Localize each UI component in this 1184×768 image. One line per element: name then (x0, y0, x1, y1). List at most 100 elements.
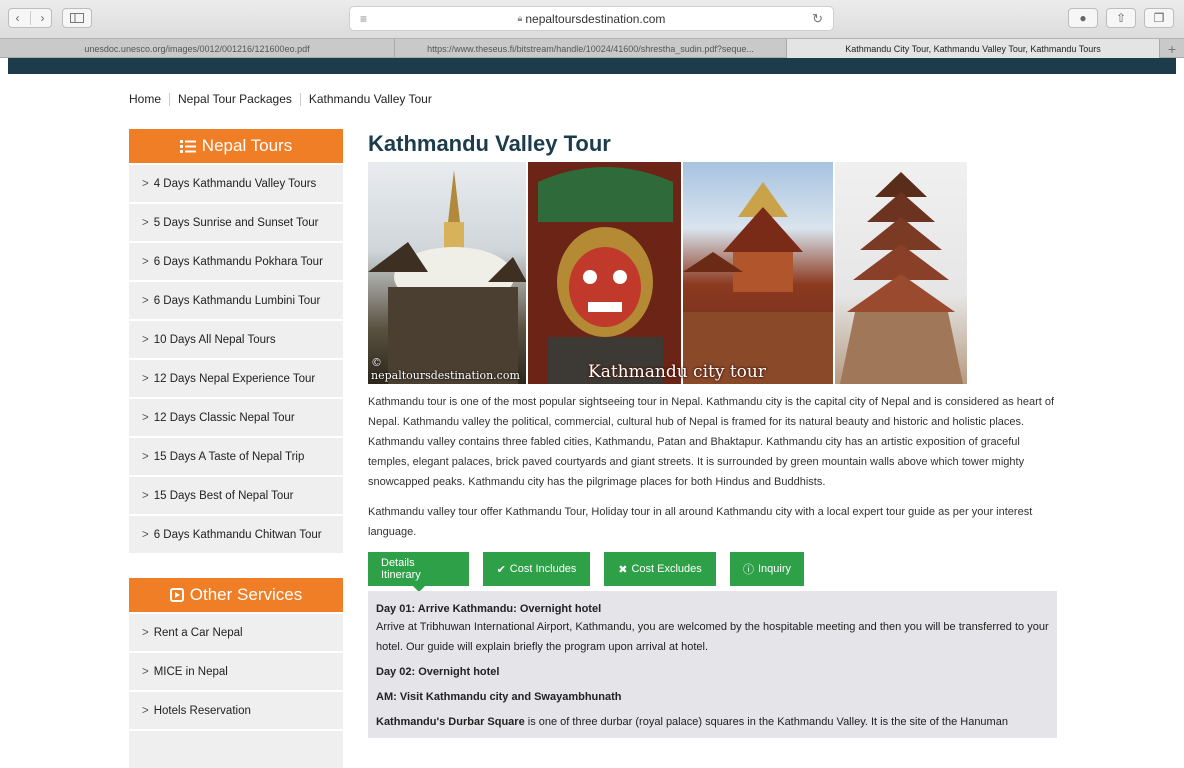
sidebar-item-tour-7[interactable]: >12 Days Classic Nepal Tour (129, 399, 343, 436)
other-services-title: Other Services (189, 585, 303, 604)
nepal-tours-heading: Nepal Tours (129, 129, 343, 163)
day-2-title: Day 02: Overnight hotel (376, 666, 500, 678)
chevron-right-icon: > (142, 372, 149, 385)
chevron-right-icon: > (142, 528, 149, 541)
sidebar-item-mice[interactable]: > MICE in Nepal (129, 653, 343, 690)
tour-collage-image: © nepaltoursdestination.com Kathmandu ci… (368, 162, 967, 384)
itinerary-tabs: Details Itinerary ✔ Cost Includes ✖ Cost E… (368, 552, 804, 592)
image-caption: Kathmandu city tour (588, 362, 766, 382)
reader-icon[interactable]: ≡ (360, 12, 367, 26)
sidebar-item-label: 12 Days Classic Nepal Tour (153, 411, 295, 424)
back-icon[interactable]: ‹ (16, 11, 20, 25)
tab-unesdoc[interactable]: unesdoc.unesco.org/images/0012/001216/12… (0, 39, 395, 58)
site-header-strip (8, 58, 1176, 74)
sidebar-item-tour-2[interactable]: >5 Days Sunrise and Sunset Tour (129, 204, 343, 241)
tabs-overview-button[interactable]: ❐ (1144, 8, 1174, 28)
chevron-right-icon: > (142, 411, 149, 424)
other-services-heading: Other Services (129, 578, 343, 612)
sidebar-item-tour-3[interactable]: >6 Days Kathmandu Pokhara Tour (129, 243, 343, 280)
chevron-right-icon: > (142, 626, 149, 639)
itinerary-panel: Day 01: Arrive Kathmandu: Overnight hote… (368, 591, 1057, 738)
tab-label: Cost Excludes (631, 563, 702, 575)
sidebar-item-label: 6 Days Kathmandu Chitwan Tour (153, 528, 322, 541)
extension-button[interactable]: ● (1068, 8, 1098, 28)
chevron-right-icon: > (142, 333, 149, 346)
chevron-right-icon: > (142, 255, 149, 268)
share-icon: ⇧ (1115, 11, 1127, 25)
sidebar-item-tour-1[interactable]: >4 Days Kathmandu Valley Tours (129, 165, 343, 202)
temple-square-photo (683, 162, 834, 384)
chevron-right-icon: > (142, 489, 149, 502)
back-forward-buttons[interactable]: ‹ › (8, 8, 52, 28)
sidebar-item-label: MICE in Nepal (153, 665, 228, 678)
durbar-bold: Kathmandu's Durbar Square (376, 716, 525, 728)
sidebar-item-label: Hotels Reservation (153, 704, 251, 717)
pagoda-photo (835, 162, 967, 384)
tab-theseus[interactable]: https://www.theseus.fi/bitstream/handle/… (395, 39, 787, 58)
tab-cost-excludes[interactable]: ✖ Cost Excludes (604, 552, 716, 586)
bhairab-photo (527, 162, 682, 384)
offer-paragraph: Kathmandu valley tour offer Kathmandu To… (368, 506, 1033, 538)
breadcrumb-packages[interactable]: Nepal Tour Packages (178, 92, 292, 106)
sidebar-item-label: 15 Days A Taste of Nepal Trip (153, 450, 305, 463)
share-button[interactable]: ⇧ (1106, 8, 1136, 28)
breadcrumb-current: Kathmandu Valley Tour (308, 92, 432, 106)
durbar-paragraph: Kathmandu's Durbar Square is one of thre… (376, 712, 1049, 732)
sidebar-item-label: 6 Days Kathmandu Lumbini Tour (153, 294, 321, 307)
breadcrumb: Home Nepal Tour Packages Kathmandu Valle… (129, 92, 432, 106)
reload-icon[interactable]: ↻ (812, 11, 823, 27)
day-1-title: Day 01: Arrive Kathmandu: Overnight hote… (376, 603, 602, 615)
sidebar-item-label: 6 Days Kathmandu Pokhara Tour (153, 255, 323, 268)
times-circle-icon: ✖ (618, 563, 628, 576)
sidebar-item-label: 5 Days Sunrise and Sunset Tour (153, 216, 319, 229)
chevron-right-icon: > (142, 665, 149, 678)
lock-icon: 🔒︎ (517, 13, 523, 23)
sidebar-icon (70, 13, 84, 23)
sidebar-item-tour-4[interactable]: >6 Days Kathmandu Lumbini Tour (129, 282, 343, 319)
sidebar-item-tour-5[interactable]: >10 Days All Nepal Tours (129, 321, 343, 358)
breadcrumb-home[interactable]: Home (129, 92, 161, 106)
chevron-right-icon: > (142, 704, 149, 717)
page-title: Kathmandu Valley Tour (368, 131, 611, 156)
sidebar-item-label: Rent a Car Nepal (153, 626, 243, 639)
other-services-box: Other Services > Rent a Car Nepal > MICE i… (129, 578, 343, 768)
info-circle-icon: ⓘ (742, 564, 754, 576)
browser-toolbar: ‹ › ≡ 🔒︎ nepaltoursdestination.com ↻ ● ⇧ … (0, 0, 1184, 38)
am-title: AM: Visit Kathmandu city and Swayambhuna… (376, 691, 622, 703)
chevron-right-icon: > (142, 177, 149, 190)
sidebar-item-label: 4 Days Kathmandu Valley Tours (153, 177, 317, 190)
tab-label: Details Itinerary (381, 557, 421, 581)
sidebar-item-partial[interactable] (129, 731, 343, 768)
tab-inquiry[interactable]: ⓘ Inquiry (730, 552, 804, 586)
check-circle-icon: ✔ (496, 563, 506, 576)
tab-details-itinerary[interactable]: Details Itinerary (368, 552, 469, 592)
sidebar-item-hotels[interactable]: > Hotels Reservation (129, 692, 343, 729)
tab-label: Inquiry (757, 563, 792, 575)
sidebar-item-tour-10[interactable]: >6 Days Kathmandu Chitwan Tour (129, 516, 343, 553)
sidebar-item-label: 10 Days All Nepal Tours (153, 333, 276, 346)
sidebar-item-label: 12 Days Nepal Experience Tour (153, 372, 316, 385)
tab-bar: unesdoc.unesco.org/images/0012/001216/12… (0, 38, 1184, 58)
image-credit: © nepaltoursdestination.com (371, 356, 520, 382)
url-text: nepaltoursdestination.com (525, 11, 666, 26)
sidebar-item-rent-car[interactable]: > Rent a Car Nepal (129, 614, 343, 651)
new-tab-button[interactable]: + (1160, 39, 1184, 58)
sidebar-item-tour-6[interactable]: >12 Days Nepal Experience Tour (129, 360, 343, 397)
play-square-icon (169, 588, 184, 602)
chevron-right-icon: > (142, 216, 149, 229)
tab-kathmandu-tour[interactable]: Kathmandu City Tour, Kathmandu Valley To… (787, 39, 1160, 58)
sidebar-toggle-button[interactable] (62, 8, 92, 28)
tab-cost-includes[interactable]: ✔ Cost Includes (483, 552, 590, 586)
sidebar-item-tour-8[interactable]: >15 Days A Taste of Nepal Trip (129, 438, 343, 475)
intro-paragraph: Kathmandu tour is one of the most popula… (368, 396, 1055, 488)
stupa-photo: © nepaltoursdestination.com (368, 162, 526, 384)
forward-icon[interactable]: › (41, 11, 45, 25)
sidebar-item-tour-9[interactable]: >15 Days Best of Nepal Tour (129, 477, 343, 514)
address-bar[interactable]: ≡ 🔒︎ nepaltoursdestination.com ↻ (349, 6, 834, 31)
tabs-icon: ❐ (1153, 11, 1165, 25)
shield-icon: ● (1079, 11, 1087, 25)
nepal-tours-title: Nepal Tours (201, 136, 293, 155)
chevron-right-icon: > (142, 294, 149, 307)
nepal-tours-box: Nepal Tours >4 Days Kathmandu Valley Tou… (129, 129, 343, 553)
sidebar-item-label: 15 Days Best of Nepal Tour (153, 489, 294, 502)
